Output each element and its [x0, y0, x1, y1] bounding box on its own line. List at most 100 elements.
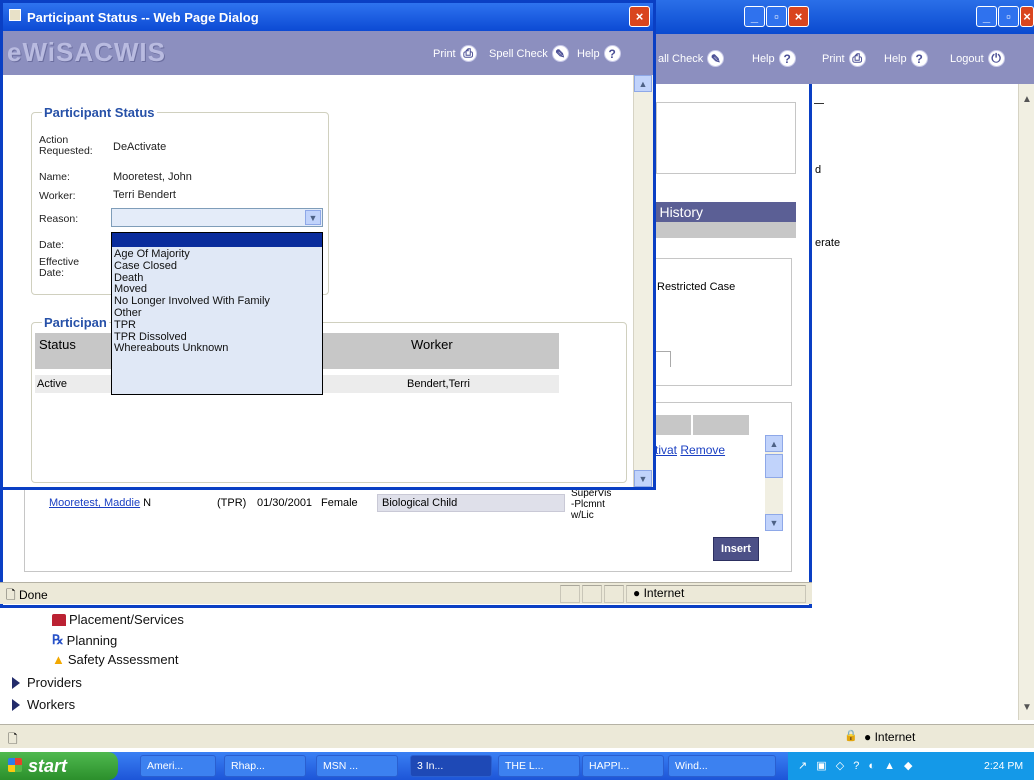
minimize-icon[interactable]: _ — [976, 6, 997, 27]
help-icon: ? — [910, 50, 928, 67]
taskbar-item[interactable]: Rhap... — [224, 755, 306, 777]
clock[interactable]: 2:24 PM — [984, 760, 1023, 772]
dialog-vertical-scrollbar[interactable]: ▲ ▼ — [633, 75, 653, 487]
dialog-print-link[interactable]: Print ⎙ — [433, 45, 477, 62]
dialog-banner: eWiSACWIS Print ⎙ Spell Check ✎ Help? — [3, 31, 653, 75]
side-fragment-d: d — [815, 164, 822, 176]
taskbar-item[interactable]: MSN ... — [316, 755, 398, 777]
middle-zone: ● Internet — [626, 585, 806, 603]
history-status-cell: Active — [37, 378, 67, 390]
dialog-spellcheck-link[interactable]: Spell Check ✎ — [489, 45, 569, 62]
history-tab-strip — [636, 222, 796, 238]
name-label: Name: — [39, 171, 70, 183]
tree-item-safety[interactable]: ▲ Safety Assessment — [52, 652, 178, 667]
middle-spellcheck-link[interactable]: all Check ✎ — [658, 50, 725, 67]
restricted-case-label: Restricted Case — [657, 281, 736, 293]
action-requested-label: Action Requested: — [39, 134, 93, 157]
scroll-thumb[interactable] — [765, 454, 783, 478]
ewisacwis-logo: eWiSACWIS — [7, 37, 166, 67]
scroll-up-icon[interactable]: ▲ — [1022, 94, 1032, 105]
scroll-down-icon[interactable]: ▼ — [634, 470, 652, 487]
system-tray: ↗ ▣ ◇ ? ◐ ▲ ◆ 2:24 PM — [788, 752, 1034, 780]
status-cell — [604, 585, 624, 603]
help-icon: ? — [778, 50, 796, 67]
field-corner — [655, 351, 671, 367]
worker-column-header: Worker — [411, 337, 453, 352]
history-worker-cell: Bendert,Terri — [407, 378, 470, 390]
logout-icon: ⏻ — [987, 50, 1005, 67]
reason-dropdown-list[interactable]: Age Of Majority Case Closed Death Moved … — [111, 232, 323, 395]
tree-group-providers[interactable]: Providers — [12, 675, 82, 690]
warning-icon: ▲ — [52, 652, 65, 667]
help-icon: ? — [603, 45, 621, 62]
minimize-icon[interactable]: _ — [744, 6, 765, 27]
tree-item-placement[interactable]: Placement/Services — [52, 612, 184, 627]
close-icon[interactable]: × — [788, 6, 809, 27]
outer-help-link[interactable]: Help? — [884, 50, 928, 67]
list-item[interactable] — [112, 233, 322, 247]
status-cell — [582, 585, 602, 603]
list-item[interactable]: No Longer Involved With Family — [112, 295, 322, 308]
list-item[interactable]: Case Closed — [112, 260, 322, 273]
table-header-cell — [655, 415, 691, 435]
start-button[interactable]: start — [0, 752, 118, 780]
insert-button[interactable]: Insert — [713, 537, 759, 561]
maximize-icon[interactable]: ▫ — [998, 6, 1019, 27]
list-item[interactable]: Whereabouts Unknown — [112, 343, 322, 355]
tree-item-planning[interactable]: ℞ Planning — [52, 632, 117, 648]
middle-status-bar: 🗋 Done ● Internet — [0, 582, 812, 604]
windows-flag-icon — [8, 758, 22, 772]
outer-print-link[interactable]: Print ⎙ — [822, 50, 866, 67]
spellcheck-icon: ✎ — [551, 45, 569, 62]
scroll-down-icon[interactable]: ▼ — [1022, 702, 1032, 713]
house-icon — [52, 613, 66, 626]
list-item[interactable]: Other — [112, 307, 322, 320]
row-status: (TPR) — [217, 497, 247, 509]
taskbar-item[interactable]: HAPPI... — [582, 755, 664, 777]
list-item[interactable]: TPR — [112, 319, 322, 332]
dialog-titlebar: Participant Status -- Web Page Dialog × — [3, 3, 653, 31]
chevron-down-icon[interactable]: ▼ — [305, 210, 321, 225]
tree-group-workers[interactable]: Workers — [12, 697, 75, 712]
taskbar-item[interactable]: THE L... — [498, 755, 580, 777]
worker-label: Worker: — [39, 190, 76, 202]
dialog-title: Participant Status -- Web Page Dialog — [27, 10, 259, 25]
history-tab-header[interactable]: ng History — [636, 202, 796, 222]
outer-vertical-scrollbar[interactable]: ▲ ▼ — [1018, 84, 1034, 720]
maximize-icon[interactable]: ▫ — [766, 6, 787, 27]
table-header-cell — [693, 415, 749, 435]
table-scrollbar[interactable]: ▲ ▼ — [765, 435, 783, 531]
row-dob: 01/30/2001 — [257, 497, 313, 509]
outer-logout-link[interactable]: Logout ⏻ — [950, 50, 1005, 67]
taskbar-item[interactable]: Ameri... — [140, 755, 216, 777]
close-icon[interactable]: × — [629, 6, 650, 27]
reason-select[interactable]: ▼ — [111, 208, 323, 227]
side-fragment-erate: erate — [815, 237, 841, 249]
status-cell — [560, 585, 580, 603]
middle-window-titlebar: _ ▫ × — [640, 0, 812, 34]
activate-remove-links: ctivat Remove — [649, 443, 725, 457]
printer-icon: ⎙ — [848, 50, 866, 67]
tray-icons[interactable]: ↗ ▣ ◇ ? ◐ ▲ ◆ — [798, 759, 916, 772]
relationship-field[interactable]: Biological Child — [377, 494, 565, 512]
status-column-header: Status — [39, 337, 76, 352]
outer-status-bar: 🗋 🔒 ● Internet — [0, 724, 1034, 748]
action-requested-value: DeActivate — [113, 141, 167, 153]
remove-link[interactable]: Remove — [680, 443, 725, 457]
row-type: SuperVis -Plcmnt w/Lic — [571, 488, 612, 521]
scroll-up-icon[interactable]: ▲ — [634, 75, 652, 92]
close-icon[interactable]: × — [1020, 6, 1034, 27]
section-legend: Participant Status — [44, 105, 155, 120]
rx-icon: ℞ — [52, 632, 64, 647]
middle-help-link[interactable]: Help? — [752, 50, 796, 67]
taskbar-item[interactable]: Wind... — [668, 755, 776, 777]
dialog-help-link[interactable]: Help? — [577, 45, 621, 62]
section-legend: Participan — [44, 315, 107, 330]
outer-zone: ● Internet — [864, 730, 916, 744]
scroll-up-icon[interactable]: ▲ — [765, 435, 783, 452]
info-card — [656, 102, 796, 174]
scroll-down-icon[interactable]: ▼ — [765, 514, 783, 531]
done-status: 🗋 Done — [6, 588, 48, 602]
participant-name-link[interactable]: Mooretest, Maddie — [49, 497, 140, 509]
taskbar-item-active[interactable]: 3 In... — [410, 755, 492, 777]
